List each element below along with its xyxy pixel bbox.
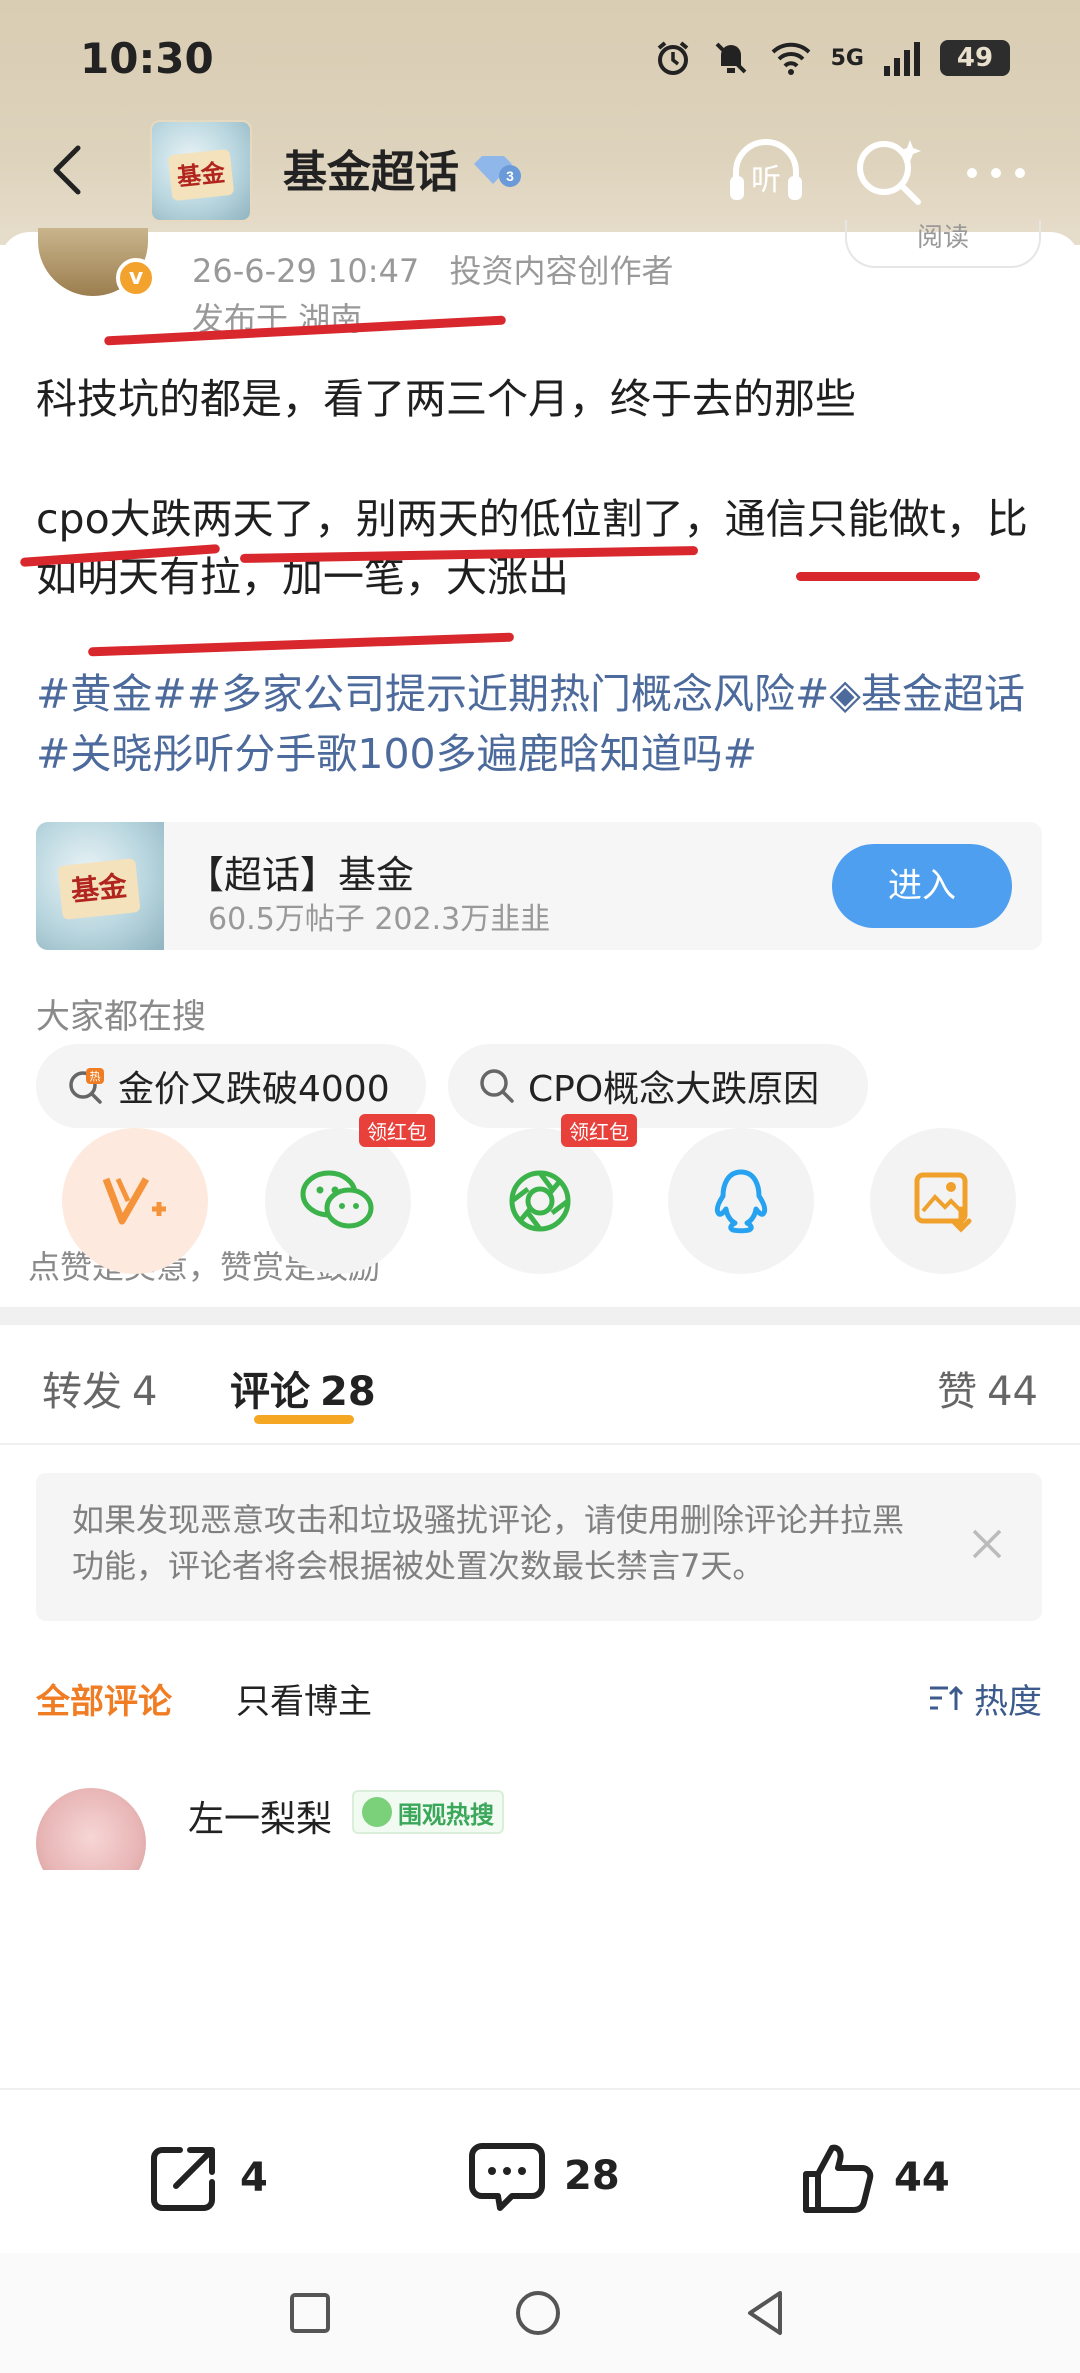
listen-icon[interactable]: 听 [722, 128, 810, 216]
topic-name: 【超话】基金 [186, 853, 415, 897]
share-moments-button[interactable]: 领红包 [467, 1114, 637, 1274]
post-time: 26-6-29 10:47 [192, 252, 420, 290]
top-nav-bar: 基金 基金超话 3 听 [0, 120, 1080, 230]
alarm-icon [657, 41, 688, 75]
commenter-name[interactable]: 左一梨梨 [188, 1790, 332, 1842]
commenter-avatar[interactable] [36, 1788, 146, 1870]
reward-v-icon [102, 1177, 166, 1225]
verified-badge-icon: v [116, 258, 156, 298]
mute-icon [715, 42, 747, 74]
tab-label: 赞 [937, 1369, 978, 1415]
close-icon[interactable] [962, 1519, 1012, 1569]
comment-notice: 如果发现恶意攻击和垃圾骚扰评论，请使用删除评论并拉黑功能，评论者将会根据被处置次… [36, 1473, 1042, 1621]
like-count: 44 [894, 2155, 950, 2201]
interaction-tabs: 转发 4 评论 28 赞 44 [0, 1325, 1080, 1445]
comment-item[interactable]: 左一梨梨 围观热搜 [0, 1760, 1080, 1870]
badge-label: 围观热搜 [398, 1800, 494, 1829]
qq-icon [714, 1169, 768, 1234]
save-image-icon [914, 1172, 972, 1233]
post-paragraph-1: 科技坑的都是，看了两三个月，终于去的那些 [36, 375, 856, 423]
enter-topic-button[interactable]: 进入 [832, 844, 1012, 928]
tab-count: 28 [320, 1369, 376, 1415]
annotation-underline [796, 572, 980, 581]
status-icons: 5G 49 [653, 38, 1010, 78]
section-divider [0, 1307, 1080, 1325]
comment-count: 28 [564, 2153, 620, 2199]
moments-icon [509, 1170, 571, 1232]
chip-label: 金价又跌破4000 [118, 1069, 390, 1110]
save-image-button[interactable] [870, 1128, 1016, 1274]
tab-count: 44 [987, 1369, 1038, 1415]
share-qq-button[interactable] [668, 1128, 814, 1274]
active-tab-indicator [254, 1415, 354, 1424]
tab-likes[interactable]: 赞 44 [937, 1359, 1038, 1417]
page-title[interactable]: 基金超话 [283, 136, 459, 200]
comment-icon [469, 2143, 545, 2211]
red-packet-tag: 领红包 [561, 1114, 637, 1147]
tab-repost[interactable]: 转发 4 [42, 1359, 157, 1417]
bottom-action-bar: 4 28 44 [0, 2088, 1080, 2253]
repost-button[interactable]: 4 [146, 2140, 268, 2216]
repost-count: 4 [240, 2155, 268, 2201]
sort-button[interactable]: 热度 [928, 1674, 1042, 1723]
svg-text:3: 3 [506, 168, 514, 184]
status-time: 10:30 [80, 34, 214, 83]
comment-button[interactable]: 28 [468, 2140, 620, 2212]
filter-all-comments[interactable]: 全部评论 [36, 1674, 172, 1723]
trending-search-chip[interactable]: CPO概念大跌原因 [448, 1044, 868, 1128]
status-bar: 10:30 5G 49 [0, 0, 1080, 120]
more-icon[interactable] [960, 148, 1032, 198]
annotation-underline [87, 632, 515, 657]
tab-count: 4 [132, 1369, 158, 1415]
notice-text: 如果发现恶意攻击和垃圾骚扰评论，请使用删除评论并拉黑功能，评论者将会根据被处置次… [72, 1501, 905, 1585]
topic-thumbnail-label: 基金 [57, 858, 141, 920]
filter-owner-only[interactable]: 只看博主 [236, 1674, 372, 1723]
wifi-icon [771, 42, 811, 75]
reward-button[interactable] [62, 1128, 208, 1274]
signal-icon [884, 42, 920, 76]
diamond-level-icon: 3 [474, 156, 521, 187]
post-hashtags[interactable]: #黄金##多家公司提示近期热门概念风险#◈基金超话 #关晓彤听分手歌100多遍鹿… [36, 664, 1046, 784]
share-row: 领红包 领红包 [0, 1114, 1080, 1288]
svg-text:热: 热 [90, 1070, 101, 1083]
back-icon[interactable] [40, 140, 100, 200]
topic-card[interactable]: 基金 【超话】基金 60.5万帖子 202.3万韭韭 进入 [36, 822, 1042, 950]
read-button[interactable]: 阅读 [845, 220, 1041, 268]
author-role: 投资内容创作者 [449, 252, 674, 290]
back-nav-icon[interactable] [736, 2283, 796, 2343]
thumbs-up-icon [803, 2144, 874, 2213]
topic-thumbnail: 基金 [36, 822, 164, 950]
comment-filter-row: 全部评论 只看博主 热度 [0, 1660, 1080, 1730]
battery-icon: 49 [940, 40, 1010, 76]
recent-apps-icon[interactable] [280, 2283, 340, 2343]
topic-avatar-label: 基金 [167, 148, 235, 202]
smile-icon [362, 1797, 392, 1827]
like-button[interactable]: 44 [800, 2140, 950, 2216]
topic-stats: 60.5万帖子 202.3万韭韭 [208, 902, 551, 937]
sort-label: 热度 [974, 1682, 1042, 1722]
tab-comments[interactable]: 评论 28 [230, 1359, 376, 1417]
hot-search-icon: 热 [69, 1068, 104, 1104]
red-packet-tag: 领红包 [359, 1114, 435, 1147]
trending-search-title: 大家都在搜 [36, 997, 206, 1037]
svg-text:听: 听 [751, 163, 781, 198]
home-icon[interactable] [508, 2283, 568, 2343]
system-navigation-bar [0, 2253, 1080, 2373]
search-icon[interactable] [850, 132, 930, 212]
topic-avatar[interactable]: 基金 [150, 120, 252, 222]
network-label: 5G [830, 45, 864, 71]
commenter-badge: 围观热搜 [352, 1790, 504, 1834]
share-wechat-button[interactable]: 领红包 [265, 1114, 435, 1274]
search-icon [480, 1069, 514, 1103]
chip-label: CPO概念大跌原因 [528, 1069, 820, 1110]
tab-label: 转发 [42, 1369, 122, 1415]
repost-icon [151, 2147, 215, 2211]
wechat-icon [300, 1170, 374, 1229]
tab-label: 评论 [230, 1369, 310, 1415]
sort-icon [930, 1685, 964, 1710]
post-meta: 26-6-29 10:47 投资内容创作者 [192, 246, 693, 292]
